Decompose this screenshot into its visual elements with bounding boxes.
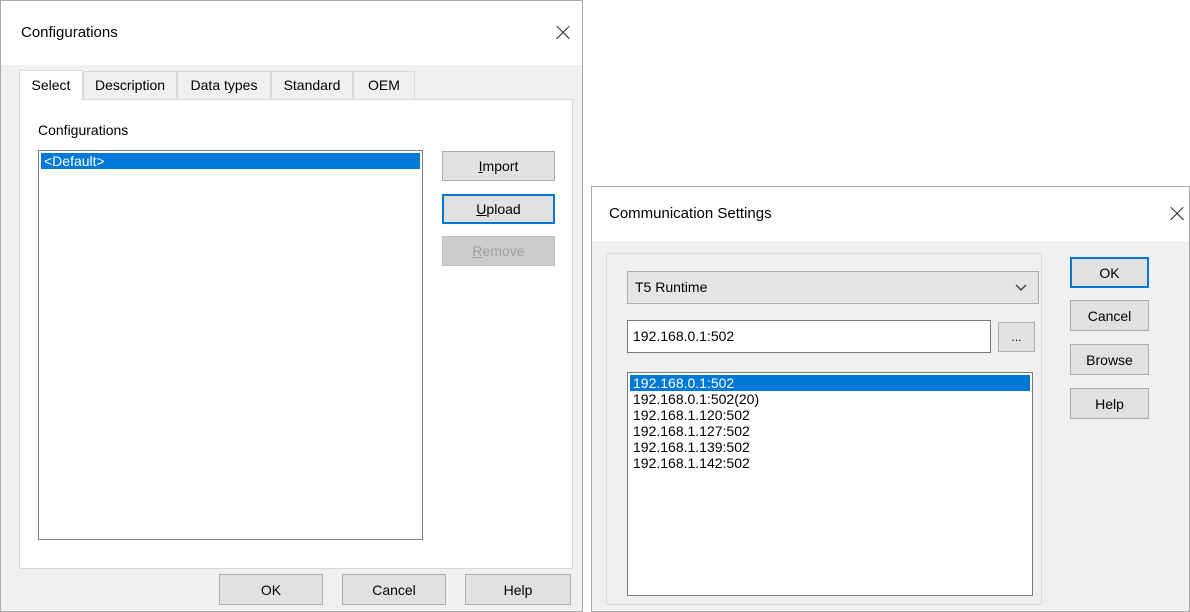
address-list[interactable]: 192.168.0.1:502 192.168.0.1:502(20) 192.… (627, 372, 1033, 596)
cancel-button[interactable]: Cancel (342, 574, 446, 605)
tab-select[interactable]: Select (19, 70, 83, 100)
list-item[interactable]: 192.168.1.142:502 (630, 455, 1030, 471)
remove-button[interactable]: Remove (442, 236, 555, 266)
list-item[interactable]: 192.168.1.139:502 (630, 439, 1030, 455)
tab-strip: Select Description Data types Standard O… (19, 70, 579, 101)
runtime-select[interactable]: T5 Runtime (627, 271, 1039, 304)
list-item[interactable]: 192.168.1.120:502 (630, 407, 1030, 423)
configurations-list[interactable]: <Default> (38, 150, 423, 540)
dialog-title: Configurations (21, 24, 118, 41)
title-bar: Configurations (1, 1, 582, 65)
close-icon[interactable] (1170, 207, 1184, 221)
browse-dots-button[interactable]: ... (998, 322, 1035, 352)
address-input[interactable]: 192.168.0.1:502 (627, 320, 991, 353)
communication-settings-dialog: Communication Settings T5 Runtime 192.16… (591, 186, 1190, 612)
tab-data-types[interactable]: Data types (177, 71, 271, 99)
import-button[interactable]: Import (442, 151, 555, 181)
tab-oem[interactable]: OEM (353, 71, 415, 99)
list-item[interactable]: 192.168.1.127:502 (630, 423, 1030, 439)
configurations-label: Configurations (38, 122, 129, 138)
list-item[interactable]: 192.168.0.1:502(20) (630, 391, 1030, 407)
list-item[interactable]: 192.168.0.1:502 (630, 375, 1030, 391)
help-button[interactable]: Help (465, 574, 571, 605)
upload-button[interactable]: Upload (442, 194, 555, 224)
tab-standard[interactable]: Standard (271, 71, 353, 99)
tab-description[interactable]: Description (83, 71, 177, 99)
help-button[interactable]: Help (1070, 388, 1149, 419)
title-bar: Communication Settings (592, 187, 1189, 241)
close-icon[interactable] (556, 26, 570, 40)
configurations-dialog: Configurations Select Description Data t… (0, 0, 583, 612)
dialog-title: Communication Settings (609, 205, 772, 222)
ok-button[interactable]: OK (219, 574, 323, 605)
tab-panel: Configurations <Default> Import Upload R… (19, 99, 573, 569)
chevron-down-icon (1015, 284, 1027, 291)
settings-group: T5 Runtime 192.168.0.1:502 ... 192.168.0… (606, 253, 1042, 605)
ok-button[interactable]: OK (1070, 257, 1149, 288)
list-item[interactable]: <Default> (41, 153, 420, 169)
cancel-button[interactable]: Cancel (1070, 300, 1149, 331)
browse-button[interactable]: Browse (1070, 344, 1149, 375)
